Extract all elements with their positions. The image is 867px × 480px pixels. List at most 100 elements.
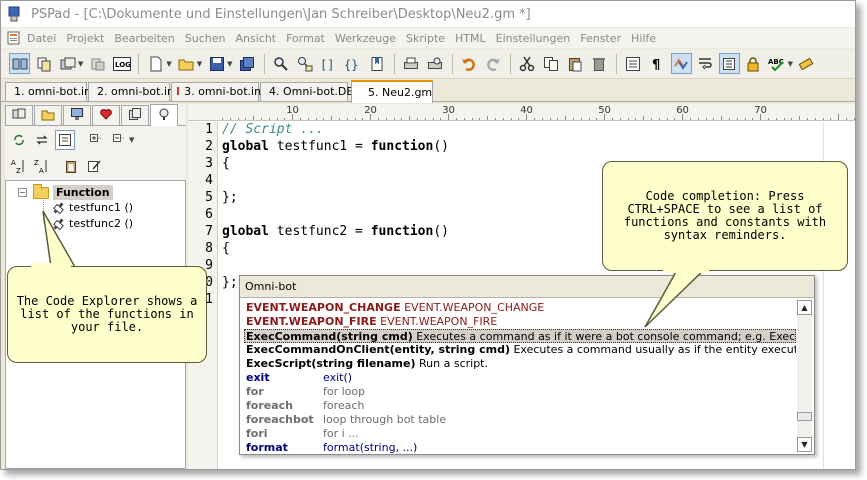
ruler-tick xyxy=(814,118,816,120)
menu-format[interactable]: Format xyxy=(286,32,325,45)
redo-icon[interactable] xyxy=(483,53,504,74)
undo-icon[interactable] xyxy=(459,53,480,74)
bookmark-icon[interactable] xyxy=(367,53,388,74)
find-icon[interactable] xyxy=(271,53,292,74)
lock-icon[interactable] xyxy=(743,53,764,74)
panel-tab-files[interactable] xyxy=(34,105,62,125)
completion-item-desc: Executes a command as if it were a bot c… xyxy=(416,330,796,343)
save-all-icon[interactable] xyxy=(237,53,258,74)
ruler-tick xyxy=(596,118,598,120)
clipboard-icon[interactable] xyxy=(61,156,81,176)
save-dropdown-icon[interactable]: ▼ xyxy=(227,60,232,68)
ruler-tick xyxy=(799,116,801,120)
menu-skripte[interactable]: Skripte xyxy=(406,32,445,45)
cut-icon[interactable] xyxy=(517,53,538,74)
print-icon[interactable] xyxy=(401,53,422,74)
sync-scroll-icon[interactable] xyxy=(670,53,692,74)
column-mode-icon[interactable] xyxy=(718,53,740,74)
templates-dropdown-icon[interactable]: ▼ xyxy=(78,60,83,68)
properties-icon[interactable] xyxy=(623,53,644,74)
pilcrow-icon[interactable]: ¶ xyxy=(647,53,668,74)
completion-item[interactable]: EVENT.WEAPON_CHANGE EVENT.WEAPON_CHANGE xyxy=(246,301,544,315)
ruler-tick xyxy=(346,118,348,120)
braces-icon[interactable]: {} xyxy=(343,53,364,74)
menu-projekt[interactable]: Projekt xyxy=(66,32,104,45)
completion-item[interactable]: ExecCommand(string cmd) Executes a comma… xyxy=(244,329,796,343)
menu-datei[interactable]: Datei xyxy=(27,32,56,45)
collapse-toggle-icon[interactable]: − xyxy=(18,188,27,197)
print-preview-icon[interactable] xyxy=(425,53,446,74)
code-completion-popup[interactable]: Omni-bot EVENT.WEAPON_CHANGE EVENT.WEAPO… xyxy=(239,275,815,455)
completion-item[interactable]: foreachbot loop through bot table xyxy=(246,413,446,427)
new-file-dropdown-icon[interactable]: ▼ xyxy=(166,60,171,68)
doc-tab-omni-bot-def[interactable]: 4. Omni-bot.DEF xyxy=(260,82,360,101)
document-menu-icon[interactable] xyxy=(7,31,21,45)
refresh-icon[interactable] xyxy=(9,130,29,150)
brackets-icon[interactable]: [] xyxy=(319,53,340,74)
callout-code-explorer: The Code Explorer shows a list of the fu… xyxy=(7,266,207,363)
split-view-icon[interactable] xyxy=(9,53,30,74)
ruler-tick xyxy=(487,116,489,120)
panel-tab-code-explorer[interactable] xyxy=(150,104,178,126)
open-folder-icon[interactable] xyxy=(176,53,197,74)
completion-scrollbar[interactable]: ▲ ▼ xyxy=(797,300,812,452)
scroll-up-icon[interactable]: ▲ xyxy=(797,300,812,315)
copy-gray-icon[interactable] xyxy=(87,53,108,74)
open-dropdown-icon[interactable]: ▼ xyxy=(197,60,202,68)
spell-dropdown-icon[interactable]: ▼ xyxy=(788,60,793,68)
completion-item[interactable]: EVENT.WEAPON_FIRE EVENT.WEAPON_FIRE xyxy=(246,315,497,329)
ruler-tick xyxy=(307,118,309,120)
explorer-view-icon[interactable] xyxy=(55,130,75,150)
completion-item[interactable]: fori for i ... xyxy=(246,427,359,441)
menu-hilfe[interactable]: Hilfe xyxy=(631,32,656,45)
svg-text:{}: {} xyxy=(344,58,358,72)
doc-tab-omni-bot-ini-2[interactable]: 2. omni-bot.ini xyxy=(88,82,177,101)
scroll-thumb[interactable] xyxy=(797,412,812,421)
panel-tab-ftp[interactable] xyxy=(63,105,91,125)
log-icon[interactable]: LOG xyxy=(111,53,132,74)
menu-werkzeuge[interactable]: Werkzeuge xyxy=(335,32,396,45)
copy-icon[interactable] xyxy=(541,53,562,74)
sort-za-icon[interactable]: ZA xyxy=(32,156,52,176)
completion-item[interactable]: foreach foreach xyxy=(246,399,364,413)
edit-note-icon[interactable] xyxy=(84,156,104,176)
collapse-dropdown-icon[interactable]: ▼ xyxy=(129,136,134,144)
highlighter-icon[interactable] xyxy=(797,53,818,74)
menu-suchen[interactable]: Suchen xyxy=(185,32,226,45)
completion-item[interactable]: for for loop xyxy=(246,385,365,399)
ruler-tick xyxy=(237,118,239,120)
completion-item-name: for xyxy=(246,385,264,398)
ruler-label: 60 xyxy=(676,105,689,116)
sort-az-icon[interactable]: AZ xyxy=(9,156,29,176)
open-files-icon[interactable] xyxy=(33,53,54,74)
doc-tab-neu2-gm[interactable]: 5. Neu2.gm xyxy=(351,80,433,103)
tree-node-function[interactable]: − Function xyxy=(18,183,113,200)
paste-icon[interactable] xyxy=(565,53,586,74)
panel-tab-favorites[interactable] xyxy=(92,105,120,125)
find-replace-icon[interactable] xyxy=(295,53,316,74)
panel-tab-projects[interactable] xyxy=(5,105,33,125)
panel-tab-clips[interactable] xyxy=(121,105,149,125)
completion-item[interactable]: format format(string, ...) xyxy=(246,441,417,454)
menu-bearbeiten[interactable]: Bearbeiten xyxy=(114,32,174,45)
sync-icon[interactable] xyxy=(32,130,52,150)
spell-check-icon[interactable]: ABC xyxy=(767,53,788,74)
completion-item[interactable]: exit exit() xyxy=(246,371,352,385)
menu-fenster[interactable]: Fenster xyxy=(580,32,621,45)
collapse-all-icon[interactable] xyxy=(109,130,129,150)
completion-item[interactable]: ExecCommandOnClient(entity, string cmd) … xyxy=(246,343,796,357)
doc-tab-omni-bot-ini-3[interactable]: I 3. omni-bot.ini xyxy=(171,82,264,101)
menu-html[interactable]: HTML xyxy=(455,32,486,45)
expand-all-icon[interactable] xyxy=(86,130,106,150)
ruler-tick xyxy=(276,118,278,120)
word-wrap-icon[interactable] xyxy=(695,53,716,74)
save-icon[interactable] xyxy=(206,53,227,74)
templates-icon[interactable] xyxy=(57,53,78,74)
doc-tab-omni-bot-ini-1[interactable]: 1. omni-bot.ini xyxy=(5,82,94,101)
delete-icon[interactable] xyxy=(589,53,610,74)
scroll-down-icon[interactable]: ▼ xyxy=(797,437,812,452)
menu-einstellungen[interactable]: Einstellungen xyxy=(496,32,571,45)
menu-ansicht[interactable]: Ansicht xyxy=(235,32,276,45)
new-file-icon[interactable] xyxy=(145,53,166,74)
completion-item[interactable]: ExecScript(string filename) Run a script… xyxy=(246,357,488,371)
